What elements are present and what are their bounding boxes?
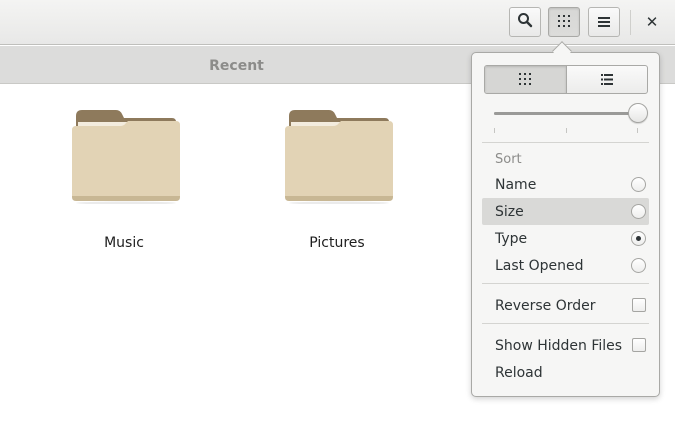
search-button[interactable] (509, 7, 541, 37)
reverse-order-checkbox[interactable] (632, 298, 646, 312)
hamburger-menu-icon (597, 13, 611, 32)
radio-button[interactable] (631, 258, 646, 273)
list-view-icon (600, 70, 613, 89)
close-button[interactable]: ✕ (638, 7, 666, 37)
sort-option-last-opened[interactable]: Last Opened (482, 252, 649, 279)
zoom-slider-handle[interactable] (628, 103, 648, 123)
sort-header: Sort (495, 152, 522, 167)
reverse-order-label: Reverse Order (495, 297, 596, 314)
zoom-slider-fill (494, 112, 638, 115)
show-hidden-files-label: Show Hidden Files (495, 337, 623, 354)
menu-button[interactable] (588, 7, 620, 37)
show-hidden-files-checkbox[interactable] (632, 338, 646, 352)
sort-option-type[interactable]: Type (482, 225, 649, 252)
list-view-button[interactable] (567, 66, 648, 93)
separator (482, 142, 649, 143)
file-name: Music (104, 235, 144, 251)
header-bar: ✕ (0, 0, 675, 45)
zoom-mark (494, 128, 495, 133)
reload-button[interactable]: Reload (482, 359, 649, 386)
file-name: Pictures (309, 235, 365, 251)
zoom-mark (566, 128, 567, 133)
file-item-music[interactable]: Music (44, 108, 204, 258)
radio-button[interactable] (631, 231, 646, 246)
sort-option-label: Last Opened (495, 257, 584, 274)
sort-option-label: Name (495, 176, 537, 193)
close-icon: ✕ (645, 13, 659, 31)
location-label: Recent (209, 58, 264, 74)
zoom-mark (637, 128, 638, 133)
reverse-order-toggle[interactable]: Reverse Order (482, 292, 649, 319)
radio-button[interactable] (631, 204, 646, 219)
folder-icon (72, 108, 180, 205)
separator (482, 283, 649, 284)
separator (482, 323, 649, 324)
view-options-button[interactable] (548, 7, 580, 37)
grid-view-icon (557, 13, 571, 32)
reload-label: Reload (495, 364, 543, 381)
view-mode-toggle (484, 65, 648, 94)
sort-option-name[interactable]: Name (482, 171, 649, 198)
header-separator (630, 10, 631, 35)
file-item-pictures[interactable]: Pictures (257, 108, 417, 258)
sort-option-label: Size (495, 203, 524, 220)
show-hidden-files-toggle[interactable]: Show Hidden Files (482, 332, 649, 359)
folder-icon (285, 108, 393, 205)
radio-button[interactable] (631, 177, 646, 192)
grid-view-icon (519, 70, 532, 89)
view-options-popover: Sort Name Size Type Last Opened Reverse … (471, 52, 660, 397)
grid-view-button[interactable] (485, 66, 567, 93)
sort-option-size[interactable]: Size (482, 198, 649, 225)
sort-option-label: Type (495, 230, 528, 247)
search-icon (517, 12, 533, 32)
